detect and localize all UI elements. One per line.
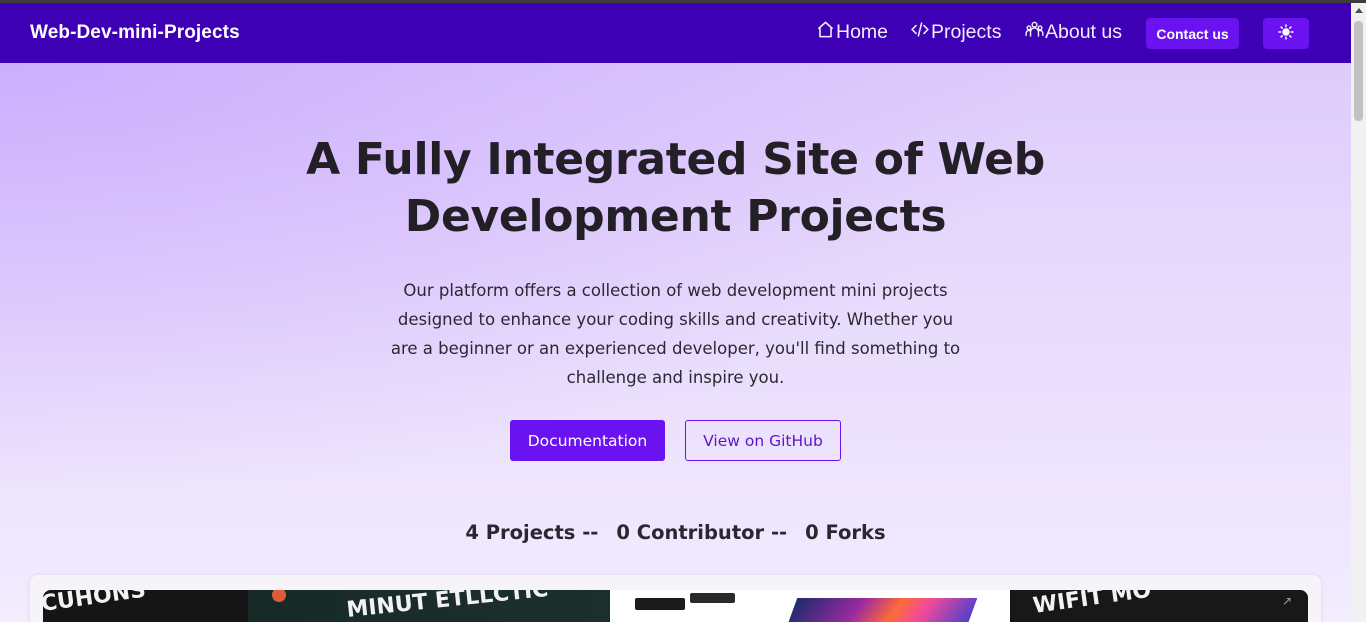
- window-top-border: [0, 0, 1366, 3]
- corner-arrow-icon: ↗: [1281, 594, 1292, 608]
- scrollbar-thumb[interactable]: [1354, 21, 1363, 121]
- hero-description: Our platform offers a collection of web …: [390, 281, 961, 387]
- gallery-tile-text: WIFIT MO: [1031, 590, 1153, 619]
- gallery-tile-button-shape: [635, 598, 685, 610]
- nav-link-projects[interactable]: Projects: [910, 20, 1001, 45]
- nav-link-label: Home: [836, 21, 889, 43]
- nav-link-about[interactable]: About us: [1025, 20, 1122, 45]
- navbar: Web-Dev-mini-Projects Home Projects Abou…: [0, 3, 1351, 63]
- gallery-tile[interactable]: WIFIT MO ↗: [1010, 590, 1308, 622]
- users-icon: [1025, 20, 1045, 45]
- page-scrollbar[interactable]: [1351, 3, 1366, 622]
- gallery-tile[interactable]: [610, 590, 1010, 622]
- page: Web-Dev-mini-Projects Home Projects Abou…: [0, 0, 1351, 622]
- hero-title-line-1: A Fully Integrated Site of Web: [306, 134, 1045, 185]
- gallery-tile-artwork: [782, 598, 978, 622]
- theme-toggle-button[interactable]: [1263, 18, 1309, 49]
- gallery-tile-text: MINUT ETLLCTIC: [345, 590, 550, 622]
- hero-title-line-2: Development Projects: [404, 191, 947, 242]
- contact-us-button[interactable]: Contact us: [1146, 18, 1239, 49]
- gallery-tile[interactable]: MINUT ETLLCTIC: [248, 590, 610, 622]
- stats-row: 4 Projects -- 0 Contributor -- 0 Forks: [0, 521, 1351, 544]
- code-icon: [910, 20, 931, 45]
- documentation-button[interactable]: Documentation: [510, 420, 665, 461]
- project-gallery: CUHONS MINUT ETLLCTIC WIFIT MO ↗: [43, 590, 1308, 622]
- hero-title: A Fully Integrated Site of Web Developme…: [0, 131, 1351, 245]
- scroll-up-arrow-icon[interactable]: [1355, 8, 1363, 13]
- nav-link-label: About us: [1045, 21, 1122, 43]
- home-icon: [816, 20, 836, 45]
- nav-link-home[interactable]: Home: [816, 20, 888, 45]
- stat-forks: 0 Forks: [805, 521, 886, 544]
- view-on-github-button[interactable]: View on GitHub: [685, 420, 841, 461]
- sun-icon: [1278, 24, 1294, 43]
- nav-link-label: Projects: [931, 21, 1002, 43]
- gallery-tile-button-shape: [690, 593, 735, 603]
- gallery-tile[interactable]: CUHONS: [43, 590, 248, 622]
- stat-contributors: 0 Contributor --: [616, 521, 788, 544]
- record-dot-icon: [272, 590, 286, 602]
- gallery-tile-text: CUHONS: [43, 590, 148, 617]
- stat-projects: 4 Projects --: [465, 521, 599, 544]
- site-brand[interactable]: Web-Dev-mini-Projects: [30, 22, 240, 44]
